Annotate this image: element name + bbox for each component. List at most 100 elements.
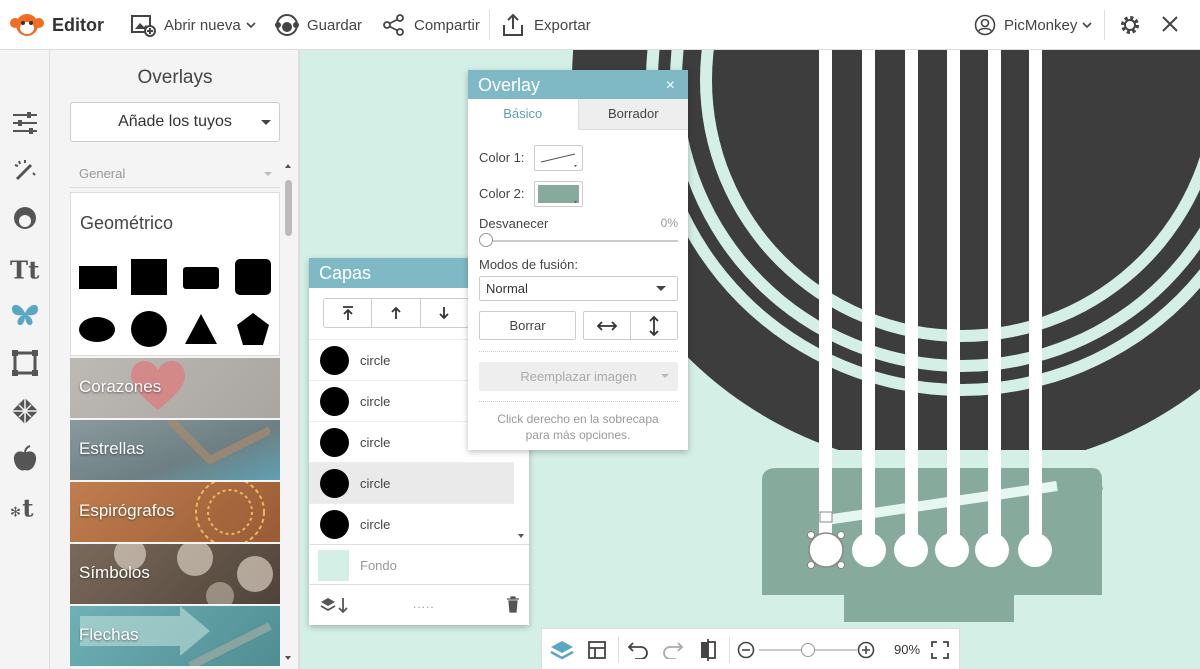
- erase-button[interactable]: Borrar: [479, 311, 576, 340]
- scroll-up-arrow-icon[interactable]: [284, 162, 292, 170]
- hint-line: Click derecho en la sobrecapa: [497, 412, 659, 426]
- undo-icon: [627, 642, 648, 659]
- flip-vertical-button[interactable]: [630, 311, 678, 340]
- category-tile-arrows[interactable]: Flechas: [70, 606, 280, 666]
- layers-footer: .....: [309, 584, 529, 625]
- rounded-square-overlay[interactable]: [235, 259, 271, 295]
- undo-button[interactable]: [626, 638, 650, 662]
- category-tile-hearts[interactable]: Corazones: [70, 358, 280, 418]
- layers-scroll-down-icon[interactable]: [517, 532, 525, 540]
- grid-icon: [588, 641, 606, 659]
- ellipse-overlay[interactable]: [79, 317, 115, 342]
- blend-mode-label: Modos de fusión:: [479, 257, 579, 272]
- send-backward-button[interactable]: [421, 299, 468, 327]
- butterfly-overlay-icon[interactable]: [10, 300, 40, 330]
- face-icon[interactable]: [10, 204, 40, 234]
- adjust-sliders-icon[interactable]: [10, 108, 40, 138]
- triangle-overlay[interactable]: [183, 312, 219, 351]
- tab-eraser[interactable]: Borrador: [577, 99, 688, 130]
- geometric-title: Geométrico: [80, 213, 174, 233]
- background-layer-label: Fondo: [360, 558, 397, 573]
- flip-horizontal-icon: [596, 320, 618, 331]
- flip-horizontal-button[interactable]: [583, 311, 631, 340]
- overlay-tabs: Básico Borrador: [468, 99, 688, 130]
- monkey-save-icon: [275, 13, 299, 37]
- close-icon[interactable]: ×: [666, 70, 675, 101]
- export-label: Exportar: [534, 16, 591, 34]
- share-button[interactable]: Compartir: [382, 0, 480, 50]
- frame-icon[interactable]: [10, 348, 40, 378]
- color2-picker[interactable]: [534, 181, 583, 207]
- export-icon: [500, 12, 526, 38]
- account-label: PicMonkey: [1004, 16, 1078, 34]
- close-icon[interactable]: [1160, 14, 1180, 39]
- arrow-up-icon: [391, 306, 401, 319]
- fade-label: Desvanecer: [479, 216, 549, 231]
- background-layer-row[interactable]: Fondo: [309, 544, 529, 584]
- account-button[interactable]: PicMonkey: [974, 0, 1092, 50]
- panel-scrollbar[interactable]: [283, 162, 293, 662]
- save-button[interactable]: Guardar: [275, 0, 362, 50]
- open-new-button[interactable]: Abrir nueva: [130, 0, 256, 50]
- zoom-out-button[interactable]: [734, 638, 758, 662]
- compare-icon: [701, 639, 716, 661]
- zoom-out-icon: [737, 641, 755, 659]
- tab-basic[interactable]: Básico: [468, 99, 578, 130]
- toolbar-divider: [729, 637, 730, 663]
- collage-grid-button[interactable]: [585, 638, 609, 662]
- layer-label: circle: [360, 517, 391, 532]
- gear-icon[interactable]: [1118, 13, 1142, 42]
- category-tile-spirographs[interactable]: Espirógrafos: [70, 482, 280, 542]
- fade-slider-knob[interactable]: [479, 233, 493, 247]
- pentagon-overlay[interactable]: [235, 311, 271, 352]
- scroll-thumb[interactable]: [285, 180, 292, 236]
- category-label: Estrellas: [79, 439, 145, 458]
- bring-forward-button[interactable]: [372, 299, 421, 327]
- layer-row-selected[interactable]: circle: [309, 462, 514, 503]
- color1-picker[interactable]: [534, 145, 583, 171]
- merge-layers-icon[interactable]: [320, 596, 350, 614]
- replace-image-button[interactable]: Reemplazar imagen: [479, 362, 678, 391]
- tool-rail: Tt ✻ t: [0, 50, 50, 669]
- compare-button[interactable]: [696, 638, 720, 662]
- square-overlay[interactable]: [131, 259, 167, 295]
- divider: [479, 401, 678, 402]
- themes-icon[interactable]: ✻ t: [10, 492, 40, 522]
- overlay-dialog-header[interactable]: Overlay ×: [468, 70, 688, 99]
- trash-icon[interactable]: [506, 595, 520, 613]
- picmonkey-logo-icon[interactable]: [10, 12, 44, 43]
- top-toolbar: Editor Abrir nueva Guardar Compartir Exp…: [0, 0, 1200, 50]
- circle-overlay[interactable]: [131, 311, 167, 347]
- magic-wand-icon[interactable]: [10, 156, 40, 186]
- redo-button[interactable]: [661, 638, 685, 662]
- fade-slider[interactable]: [483, 240, 678, 242]
- layer-row[interactable]: circle: [309, 503, 514, 544]
- bring-to-front-button[interactable]: [324, 299, 373, 327]
- text-icon[interactable]: Tt: [10, 254, 40, 284]
- category-tile-symbols[interactable]: Símbolos: [70, 544, 280, 604]
- blend-mode-select[interactable]: Normal: [479, 276, 678, 301]
- save-label: Guardar: [307, 16, 363, 34]
- zoom-in-button[interactable]: [854, 638, 878, 662]
- arrow-down-icon: [439, 307, 449, 320]
- apple-theme-icon[interactable]: [10, 444, 40, 474]
- add-yours-label: Añade los tuyos: [118, 113, 232, 130]
- geometric-category[interactable]: Geométrico: [70, 192, 280, 356]
- add-image-icon: [130, 12, 156, 38]
- category-tile-stars[interactable]: Estrellas: [70, 420, 280, 480]
- resize-grip[interactable]: .....: [413, 597, 435, 611]
- export-button[interactable]: Exportar: [500, 0, 591, 50]
- layers-toggle-button[interactable]: [550, 638, 574, 662]
- scroll-down-arrow-icon[interactable]: [284, 654, 292, 662]
- texture-icon[interactable]: [10, 396, 40, 426]
- zoom-slider-knob[interactable]: [801, 643, 815, 657]
- layer-thumbnail: [320, 510, 349, 539]
- toolbar-divider: [489, 10, 490, 40]
- category-select[interactable]: General: [70, 160, 280, 188]
- add-yours-dropdown[interactable]: Añade los tuyos: [70, 102, 280, 142]
- rounded-rectangle-overlay[interactable]: [183, 267, 219, 289]
- rectangle-overlay[interactable]: [79, 266, 117, 289]
- toolbar-divider: [618, 637, 619, 663]
- fullscreen-button[interactable]: [928, 638, 952, 662]
- divider: [479, 351, 678, 352]
